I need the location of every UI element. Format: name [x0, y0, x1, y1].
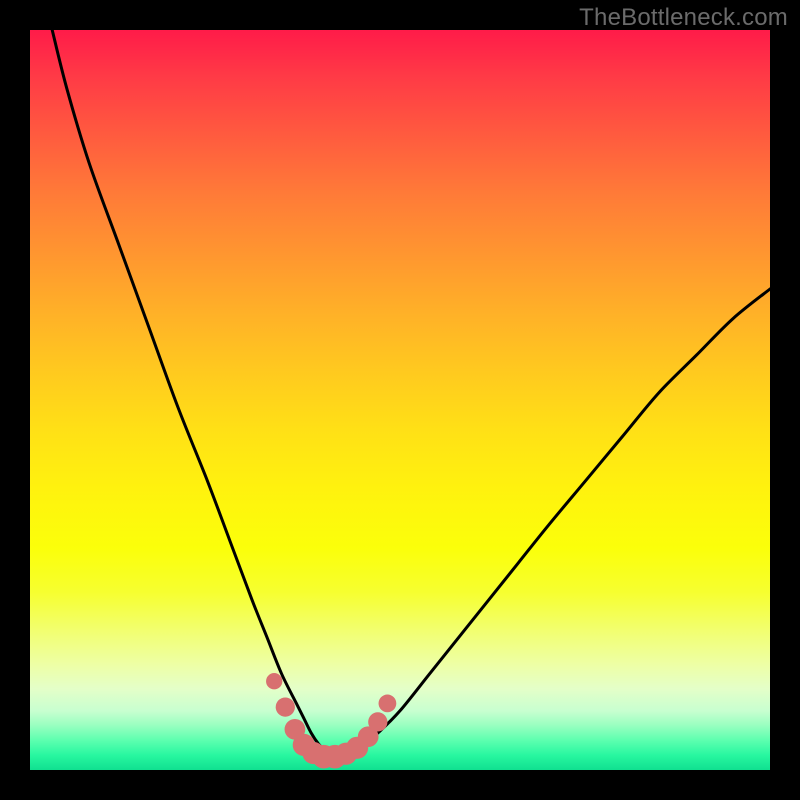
- watermark-text: TheBottleneck.com: [579, 4, 788, 32]
- curve-markers-group: [266, 673, 396, 768]
- marker-dot: [379, 695, 397, 713]
- marker-dot: [368, 712, 387, 731]
- bottleneck-curve-path: [52, 30, 770, 756]
- chart-frame: TheBottleneck.com: [0, 0, 800, 800]
- plot-area: [30, 30, 770, 770]
- marker-dot: [266, 673, 282, 689]
- marker-dot: [276, 697, 295, 716]
- bottleneck-curve-svg: [30, 30, 770, 770]
